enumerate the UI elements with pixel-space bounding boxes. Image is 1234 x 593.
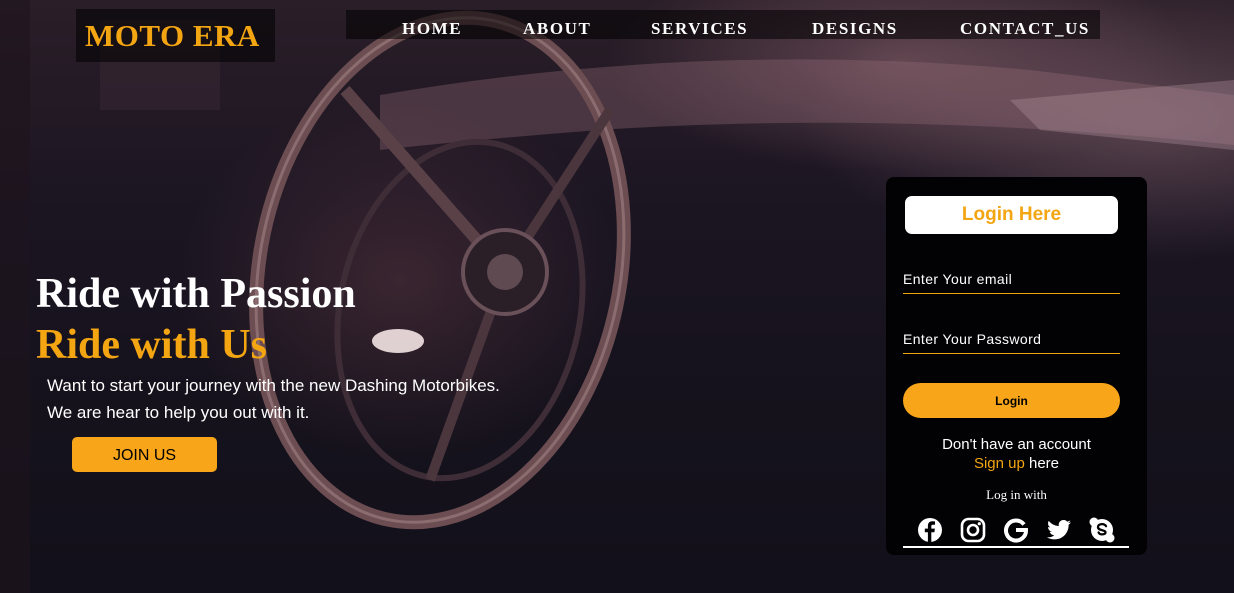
nav-about[interactable]: ABOUT: [523, 10, 591, 39]
hero-description-line-2: We are hear to help you out with it.: [47, 403, 310, 422]
panel-divider: [903, 546, 1129, 548]
signup-line: Sign up here: [886, 455, 1147, 472]
hero-subheadline: Ride with Us: [36, 322, 268, 368]
password-field[interactable]: [903, 325, 1120, 354]
no-account-text: Don't have an account: [942, 436, 1091, 453]
google-icon[interactable]: [1003, 517, 1029, 543]
login-button[interactable]: Login: [903, 383, 1120, 418]
facebook-icon[interactable]: [917, 517, 943, 543]
nav-home[interactable]: HOME: [402, 10, 462, 39]
main-nav: HOME ABOUT SERVICES DESIGNS CONTACT_US: [346, 10, 1100, 39]
nav-contact-us[interactable]: CONTACT_US: [960, 10, 1090, 39]
skype-icon[interactable]: [1089, 517, 1115, 543]
nav-services[interactable]: SERVICES: [651, 10, 748, 39]
brand-logo[interactable]: MOTO ERA: [76, 9, 275, 62]
signup-link[interactable]: Sign up: [974, 455, 1025, 472]
login-panel: Login Here Login Don't have an account S…: [886, 177, 1147, 555]
join-us-button[interactable]: JOIN US: [72, 437, 217, 472]
hero-headline: Ride with Passion: [36, 271, 356, 317]
login-with-label: Log in with: [986, 487, 1047, 502]
signup-here-text: here: [1029, 455, 1060, 472]
hero-description-line-1: Want to start your journey with the new …: [47, 376, 500, 395]
instagram-icon[interactable]: [960, 517, 986, 543]
login-title: Login Here: [905, 196, 1118, 234]
nav-designs[interactable]: DESIGNS: [812, 10, 898, 39]
twitter-icon[interactable]: [1046, 517, 1072, 543]
email-field[interactable]: [903, 265, 1120, 294]
